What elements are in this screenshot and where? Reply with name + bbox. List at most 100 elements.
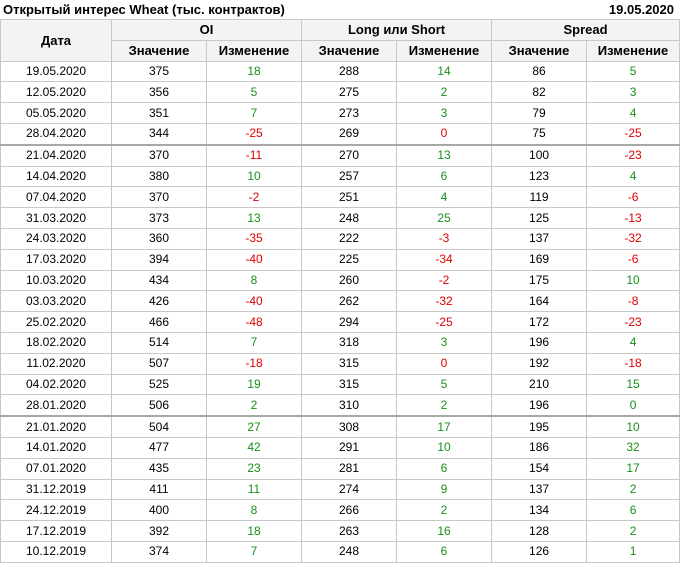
- oi-change: -11: [205, 143, 303, 167]
- row-date: 07.04.2020: [0, 186, 112, 209]
- oi-change: 7: [205, 331, 303, 354]
- oi-value: 525: [111, 373, 207, 396]
- oi-value: 514: [111, 331, 207, 354]
- oi-change: 13: [205, 207, 303, 229]
- ls-change: 2: [396, 499, 493, 522]
- table-row: 21.01.2020 504 27 308 17 195 10: [0, 415, 680, 438]
- ls-change: -34: [396, 248, 493, 271]
- table-row: 28.04.2020 344 -25 269 0 75 -25: [0, 122, 680, 146]
- row-date: 18.02.2020: [0, 331, 112, 354]
- spread-value: 186: [491, 436, 588, 459]
- oi-value: 506: [111, 394, 207, 417]
- oi-change: -2: [205, 186, 303, 209]
- header-group-oi: OI: [110, 19, 303, 41]
- row-date: 10.12.2019: [0, 540, 112, 563]
- header-spread-value: Значение: [491, 39, 588, 62]
- row-date: 14.04.2020: [0, 165, 112, 188]
- ls-value: 270: [301, 143, 398, 167]
- oi-value: 370: [111, 143, 207, 167]
- spread-change: 0: [586, 394, 680, 417]
- oi-value: 426: [111, 290, 207, 313]
- ls-value: 222: [301, 227, 398, 250]
- spread-change: 5: [586, 60, 680, 83]
- row-date: 07.01.2020: [0, 457, 112, 480]
- oi-change: -25: [205, 122, 303, 146]
- header-ls-change: Изменение: [396, 39, 493, 62]
- table-row: 24.12.2019 400 8 266 2 134 6: [0, 499, 680, 522]
- ls-change: 14: [396, 60, 493, 83]
- spread-change: 4: [586, 331, 680, 354]
- header-date: Дата: [0, 19, 112, 62]
- table-row: 14.04.2020 380 10 257 6 123 4: [0, 165, 680, 188]
- oi-value: 370: [111, 186, 207, 209]
- ls-value: 308: [301, 415, 398, 438]
- oi-change: -40: [205, 290, 303, 313]
- row-date: 11.02.2020: [0, 352, 112, 375]
- ls-value: 273: [301, 102, 398, 124]
- row-date: 17.03.2020: [0, 248, 112, 271]
- table-row: 07.04.2020 370 -2 251 4 119 -6: [0, 186, 680, 209]
- ls-change: 4: [396, 186, 493, 209]
- row-date: 24.12.2019: [0, 499, 112, 522]
- report-header: Открытый интерес Wheat (тыс. контрактов)…: [0, 0, 680, 20]
- spread-value: 164: [491, 290, 588, 313]
- spread-value: 175: [491, 269, 588, 292]
- oi-change: 18: [205, 60, 303, 83]
- spread-value: 196: [491, 331, 588, 354]
- table-row: 31.12.2019 411 11 274 9 137 2: [0, 478, 680, 501]
- ls-change: 6: [396, 457, 493, 480]
- spread-change: 10: [586, 269, 680, 292]
- ls-change: -32: [396, 290, 493, 313]
- header-group-spread: Spread: [491, 19, 680, 41]
- report-title: Открытый интерес Wheat (тыс. контрактов): [3, 2, 285, 17]
- ls-change: -25: [396, 311, 493, 333]
- ls-change: 25: [396, 207, 493, 229]
- table-row: 28.01.2020 506 2 310 2 196 0: [0, 394, 680, 417]
- table-row: 10.03.2020 434 8 260 -2 175 10: [0, 269, 680, 292]
- table-row: 31.03.2020 373 13 248 25 125 -13: [0, 207, 680, 229]
- row-date: 10.03.2020: [0, 269, 112, 292]
- oi-change: 5: [205, 81, 303, 104]
- row-date: 28.01.2020: [0, 394, 112, 417]
- row-date: 31.12.2019: [0, 478, 112, 501]
- table-row: 18.02.2020 514 7 318 3 196 4: [0, 331, 680, 354]
- spread-change: 2: [586, 478, 680, 501]
- ls-value: 260: [301, 269, 398, 292]
- header-oi-value: Значение: [111, 39, 207, 62]
- table-row: 04.02.2020 525 19 315 5 210 15: [0, 373, 680, 396]
- row-date: 05.05.2020: [0, 102, 112, 124]
- table-row: 21.04.2020 370 -11 270 13 100 -23: [0, 143, 680, 167]
- spread-change: -18: [586, 352, 680, 375]
- oi-change: -40: [205, 248, 303, 271]
- ls-value: 248: [301, 540, 398, 563]
- ls-value: 248: [301, 207, 398, 229]
- row-date: 04.02.2020: [0, 373, 112, 396]
- oi-change: 7: [205, 102, 303, 124]
- oi-value: 435: [111, 457, 207, 480]
- ls-change: 16: [396, 520, 493, 542]
- table-row: 10.12.2019 374 7 248 6 126 1: [0, 540, 680, 563]
- oi-change: -35: [205, 227, 303, 250]
- oi-change: 2: [205, 394, 303, 417]
- oi-value: 374: [111, 540, 207, 563]
- row-date: 31.03.2020: [0, 207, 112, 229]
- oi-value: 392: [111, 520, 207, 542]
- ls-value: 288: [301, 60, 398, 83]
- oi-change: -18: [205, 352, 303, 375]
- ls-change: 0: [396, 352, 493, 375]
- oi-change: 18: [205, 520, 303, 542]
- ls-change: 9: [396, 478, 493, 501]
- oi-change: 10: [205, 165, 303, 188]
- oi-change: 11: [205, 478, 303, 501]
- ls-change: 6: [396, 540, 493, 563]
- ls-value: 266: [301, 499, 398, 522]
- row-date: 28.04.2020: [0, 122, 112, 146]
- table-row: 07.01.2020 435 23 281 6 154 17: [0, 457, 680, 480]
- spread-change: 10: [586, 415, 680, 438]
- spread-change: -23: [586, 143, 680, 167]
- ls-value: 315: [301, 352, 398, 375]
- oi-value: 344: [111, 122, 207, 146]
- ls-change: 0: [396, 122, 493, 146]
- spread-change: 17: [586, 457, 680, 480]
- ls-change: 13: [396, 143, 493, 167]
